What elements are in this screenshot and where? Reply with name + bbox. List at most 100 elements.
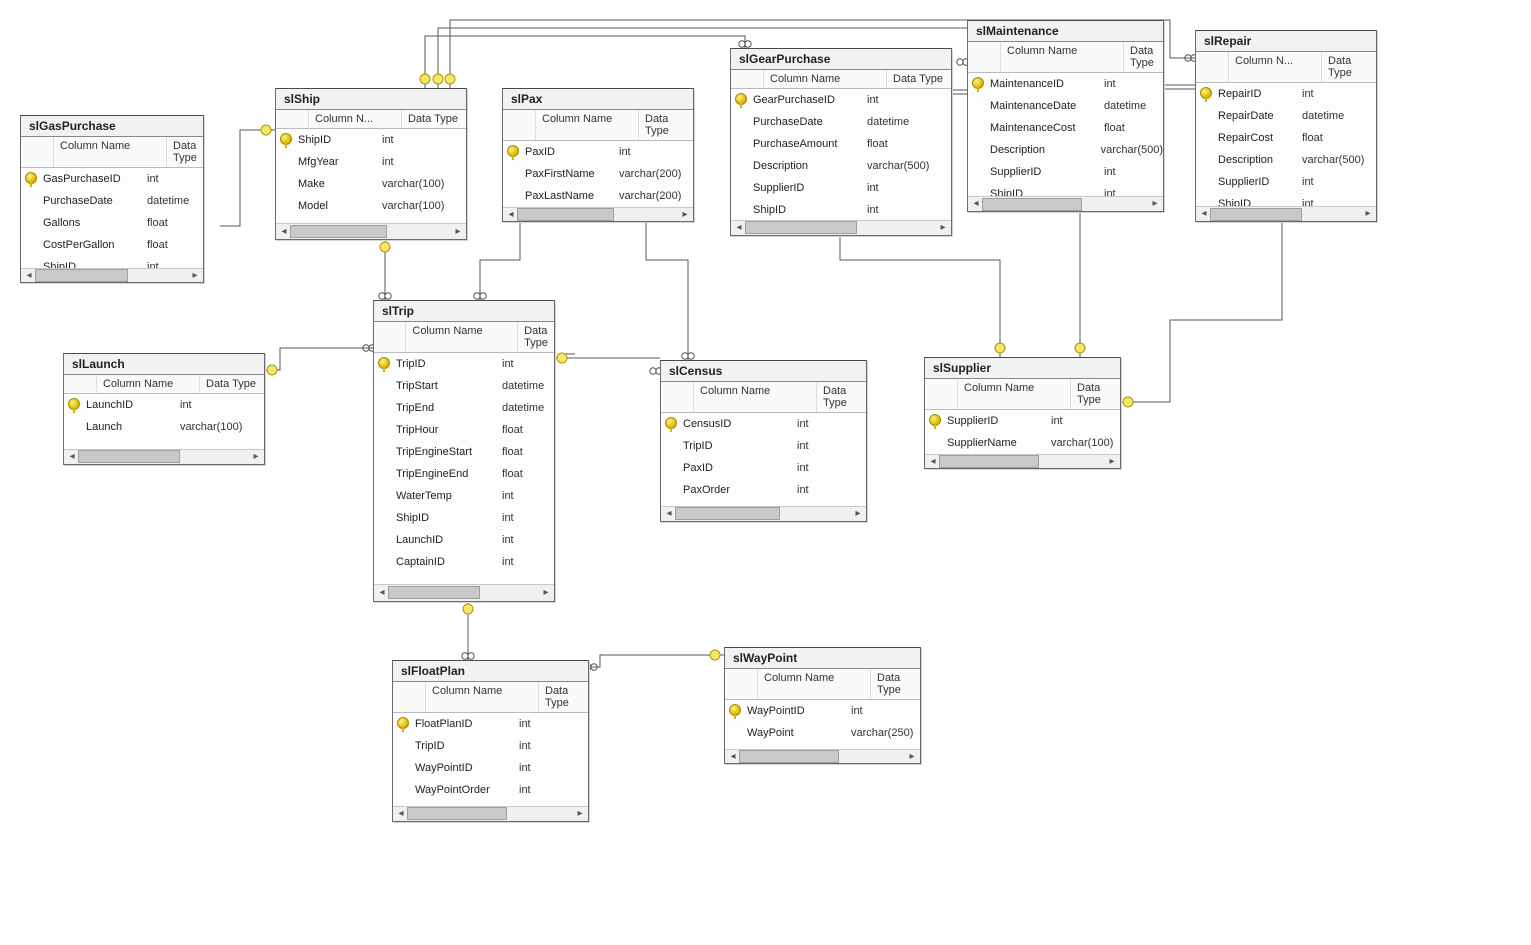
table-row[interactable]: RepairCostfloat: [1196, 127, 1376, 149]
table-row[interactable]: RepairIDint: [1196, 83, 1376, 105]
table-row[interactable]: FloatPlanIDint: [393, 713, 588, 735]
horizontal-scrollbar[interactable]: ◂▸: [503, 207, 693, 221]
table-title[interactable]: slShip: [276, 89, 466, 110]
table-row[interactable]: PurchaseAmountfloat: [731, 133, 951, 155]
table-row[interactable]: WayPointIDint: [393, 757, 588, 779]
table-row[interactable]: TripIDint: [374, 353, 554, 375]
horizontal-scrollbar[interactable]: ◂▸: [276, 223, 466, 239]
table-row[interactable]: MaintenanceIDint: [968, 73, 1163, 95]
table-row[interactable]: ShipIDint: [21, 256, 203, 268]
table-row[interactable]: WayPointvarchar(250): [725, 722, 920, 744]
table-row[interactable]: SupplierIDint: [968, 161, 1163, 183]
table-row[interactable]: LaunchIDint: [64, 394, 264, 416]
table-title[interactable]: slWayPoint: [725, 648, 920, 669]
table-row[interactable]: ShipIDint: [968, 183, 1163, 196]
table-title[interactable]: slRepair: [1196, 31, 1376, 52]
horizontal-scrollbar[interactable]: ◂▸: [374, 584, 554, 601]
table-row[interactable]: Gallonsfloat: [21, 212, 203, 234]
scroll-left-icon[interactable]: ◂: [926, 455, 940, 469]
table-gas[interactable]: slGasPurchase Column NameData TypeGasPur…: [20, 115, 204, 283]
table-row[interactable]: MaintenanceCostfloat: [968, 117, 1163, 139]
scroll-left-icon[interactable]: ◂: [662, 507, 676, 521]
table-row[interactable]: MfgYearint: [276, 151, 466, 173]
table-row[interactable]: CaptainIDint: [374, 551, 554, 573]
table-title[interactable]: slSupplier: [925, 358, 1120, 379]
table-row[interactable]: Descriptionvarchar(500): [1196, 149, 1376, 171]
table-row[interactable]: [64, 438, 264, 449]
scroll-thumb[interactable]: [78, 450, 180, 463]
table-row[interactable]: ShipIDint: [1196, 193, 1376, 206]
scroll-right-icon[interactable]: ▸: [573, 807, 587, 821]
table-row[interactable]: GasPurchaseIDint: [21, 168, 203, 190]
table-row[interactable]: SupplierIDint: [1196, 171, 1376, 193]
table-row[interactable]: TripIDint: [661, 435, 866, 457]
table-title[interactable]: slGearPurchase: [731, 49, 951, 70]
scroll-thumb[interactable]: [517, 208, 614, 221]
scroll-left-icon[interactable]: ◂: [732, 221, 746, 235]
horizontal-scrollbar[interactable]: ◂▸: [1196, 206, 1376, 221]
table-row[interactable]: TripHourfloat: [374, 419, 554, 441]
table-ship[interactable]: slShip Column N...Data TypeShipIDintMfgY…: [275, 88, 467, 240]
table-row[interactable]: SupplierIDint: [925, 410, 1120, 432]
table-title[interactable]: slFloatPlan: [393, 661, 588, 682]
table-row[interactable]: WayPointIDint: [725, 700, 920, 722]
table-row[interactable]: RepairDatedatetime: [1196, 105, 1376, 127]
scroll-thumb[interactable]: [35, 269, 128, 282]
table-row[interactable]: [374, 573, 554, 584]
table-float[interactable]: slFloatPlan Column NameData TypeFloatPla…: [392, 660, 589, 822]
table-row[interactable]: Launchvarchar(100): [64, 416, 264, 438]
table-row[interactable]: PaxFirstNamevarchar(200): [503, 163, 693, 185]
table-row[interactable]: TripEngineEndfloat: [374, 463, 554, 485]
table-row[interactable]: Descriptionvarchar(500): [731, 155, 951, 177]
scroll-right-icon[interactable]: ▸: [1361, 207, 1375, 221]
horizontal-scrollbar[interactable]: ◂▸: [661, 506, 866, 521]
table-row[interactable]: CensusIDint: [661, 413, 866, 435]
table-row[interactable]: MaintenanceDatedatetime: [968, 95, 1163, 117]
table-row[interactable]: WaterTempint: [374, 485, 554, 507]
scroll-thumb[interactable]: [388, 586, 480, 599]
table-row[interactable]: SupplierIDint: [731, 177, 951, 199]
table-title[interactable]: slMaintenance: [968, 21, 1163, 42]
table-row[interactable]: PurchaseDatedatetime: [21, 190, 203, 212]
scroll-left-icon[interactable]: ◂: [22, 269, 36, 283]
scroll-left-icon[interactable]: ◂: [375, 586, 389, 600]
scroll-right-icon[interactable]: ▸: [249, 450, 263, 464]
scroll-thumb[interactable]: [290, 225, 387, 238]
horizontal-scrollbar[interactable]: ◂▸: [725, 749, 920, 763]
table-row[interactable]: TripStartdatetime: [374, 375, 554, 397]
table-title[interactable]: slTrip: [374, 301, 554, 322]
scroll-right-icon[interactable]: ▸: [451, 225, 465, 239]
scroll-thumb[interactable]: [739, 750, 839, 763]
table-row[interactable]: SupplierNamevarchar(100): [925, 432, 1120, 454]
table-row[interactable]: ShipIDint: [731, 199, 951, 220]
table-row[interactable]: Descriptionvarchar(500): [968, 139, 1163, 161]
table-row[interactable]: PaxLastNamevarchar(200): [503, 185, 693, 207]
scroll-thumb[interactable]: [939, 455, 1039, 468]
table-title[interactable]: slGasPurchase: [21, 116, 203, 137]
table-launch[interactable]: slLaunch Column NameData TypeLaunchIDint…: [63, 353, 265, 465]
table-trip[interactable]: slTrip Column NameData TypeTripIDintTrip…: [373, 300, 555, 602]
table-title[interactable]: slLaunch: [64, 354, 264, 375]
horizontal-scrollbar[interactable]: ◂▸: [925, 454, 1120, 468]
table-gear[interactable]: slGearPurchase Column NameData TypeGearP…: [730, 48, 952, 236]
table-census[interactable]: slCensus Column NameData TypeCensusIDint…: [660, 360, 867, 522]
table-supplier[interactable]: slSupplier Column NameData TypeSupplierI…: [924, 357, 1121, 469]
scroll-right-icon[interactable]: ▸: [1105, 455, 1119, 469]
scroll-thumb[interactable]: [1210, 208, 1302, 221]
scroll-right-icon[interactable]: ▸: [851, 507, 865, 521]
table-maint[interactable]: slMaintenance Column NameData TypeMainte…: [967, 20, 1164, 212]
scroll-right-icon[interactable]: ▸: [936, 221, 950, 235]
table-title[interactable]: slCensus: [661, 361, 866, 382]
table-row[interactable]: ShipIDint: [374, 507, 554, 529]
scroll-thumb[interactable]: [407, 807, 507, 820]
scroll-thumb[interactable]: [982, 198, 1082, 211]
table-row[interactable]: TripEngineStartfloat: [374, 441, 554, 463]
table-repair[interactable]: slRepair Column N...Data TypeRepairIDint…: [1195, 30, 1377, 222]
table-row[interactable]: ShipIDint: [276, 129, 466, 151]
table-way[interactable]: slWayPoint Column NameData TypeWayPointI…: [724, 647, 921, 764]
table-row[interactable]: TripIDint: [393, 735, 588, 757]
scroll-right-icon[interactable]: ▸: [905, 750, 919, 764]
scroll-right-icon[interactable]: ▸: [1148, 197, 1162, 211]
scroll-left-icon[interactable]: ◂: [1197, 207, 1211, 221]
scroll-right-icon[interactable]: ▸: [678, 208, 692, 222]
